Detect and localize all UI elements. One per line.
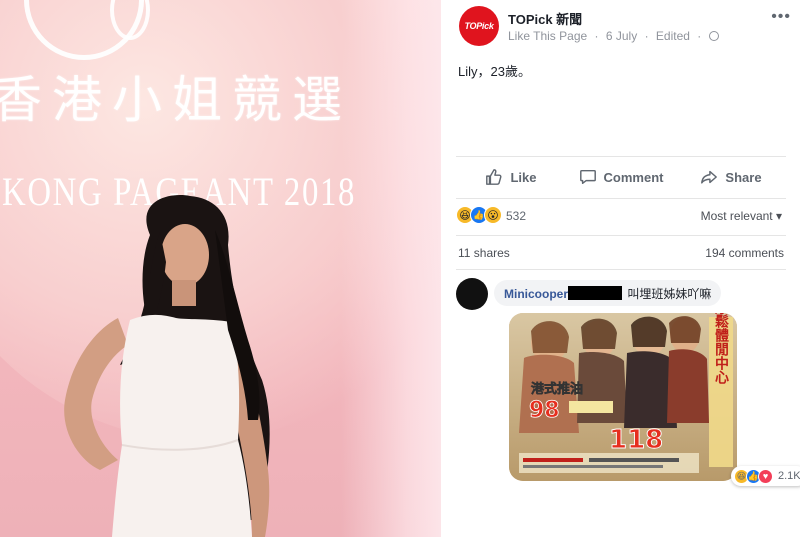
- flyer-image: 按摩鬆體閒中心 港式推油 98 118: [509, 313, 737, 481]
- comment-bubble: Minicooper 叫埋班姊妹吖嘛: [494, 280, 722, 306]
- reaction-icons: 😆 👍 😮: [456, 206, 502, 224]
- love-reaction-icon: ♥: [758, 468, 773, 484]
- model-figure: [64, 195, 270, 537]
- divider: [456, 235, 786, 236]
- divider: [456, 198, 786, 199]
- comment-reaction-summary[interactable]: 😆 👍 ♥ 2.1K: [731, 466, 800, 486]
- facebook-post: TOPick TOPick 新聞 Like This Page · 6 July…: [441, 0, 800, 537]
- flyer-price-2: 118: [609, 425, 663, 455]
- most-relevant-dropdown[interactable]: Most relevant ▾: [701, 209, 782, 223]
- share-label: Share: [725, 169, 762, 185]
- page-name-link[interactable]: TOPick 新聞: [508, 9, 582, 28]
- post-date[interactable]: 6 July: [606, 29, 637, 43]
- comment-reaction-count: 2.1K: [778, 470, 800, 482]
- shares-count-link[interactable]: 11 shares: [458, 246, 510, 260]
- flyer-left-title: 港式推油: [531, 381, 583, 397]
- globe-icon: [708, 31, 719, 41]
- comments-count-link[interactable]: 194 comments: [705, 246, 784, 260]
- comment-author-link[interactable]: Minicooper: [504, 287, 568, 301]
- page-avatar[interactable]: TOPick: [459, 6, 499, 46]
- share-arrow-icon: [701, 170, 718, 184]
- edited-label[interactable]: Edited: [656, 29, 690, 43]
- sort-label: Most relevant: [700, 209, 773, 223]
- caret-down-icon: ▾: [775, 209, 782, 223]
- post-meta: Like This Page · 6 July · Edited ·: [508, 29, 723, 43]
- comment-label: Comment: [603, 169, 664, 185]
- redaction-bar: [568, 286, 623, 300]
- more-options-icon[interactable]: •••: [771, 8, 791, 26]
- comment-button[interactable]: Comment: [566, 163, 676, 191]
- post-header: TOPick TOPick 新聞 Like This Page · 6 July…: [459, 6, 799, 46]
- thumbs-up-icon: [486, 169, 503, 185]
- divider: [456, 269, 786, 270]
- comment-bubble-icon: [579, 169, 596, 185]
- like-label: Like: [510, 169, 537, 185]
- like-button[interactable]: Like: [456, 163, 566, 191]
- like-this-page-link[interactable]: Like This Page: [508, 29, 587, 43]
- post-stats: 11 shares 194 comments: [456, 246, 786, 262]
- wow-reaction-icon: 😮: [484, 206, 502, 224]
- share-button[interactable]: Share: [676, 163, 786, 191]
- post-caption: Lily，23歲。: [458, 64, 531, 79]
- flyer-price-1: 98: [529, 398, 560, 423]
- comment-attached-image[interactable]: 按摩鬆體閒中心 港式推油 98 118: [509, 313, 737, 481]
- flyer-vertical-title: 按摩鬆體閒中心: [713, 313, 729, 385]
- reaction-count[interactable]: 532: [506, 209, 526, 223]
- post-photo[interactable]: 香港小姐競選 KONG PAGEANT 2018: [0, 0, 441, 537]
- post-action-bar: Like Comment Share: [456, 163, 786, 191]
- divider: [456, 156, 786, 157]
- commenter-avatar[interactable]: [456, 278, 488, 310]
- reaction-summary[interactable]: 😆 👍 😮 532 Most relevant ▾: [456, 206, 786, 226]
- comment-text: 叫埋班姊妹吖嘛: [627, 287, 712, 301]
